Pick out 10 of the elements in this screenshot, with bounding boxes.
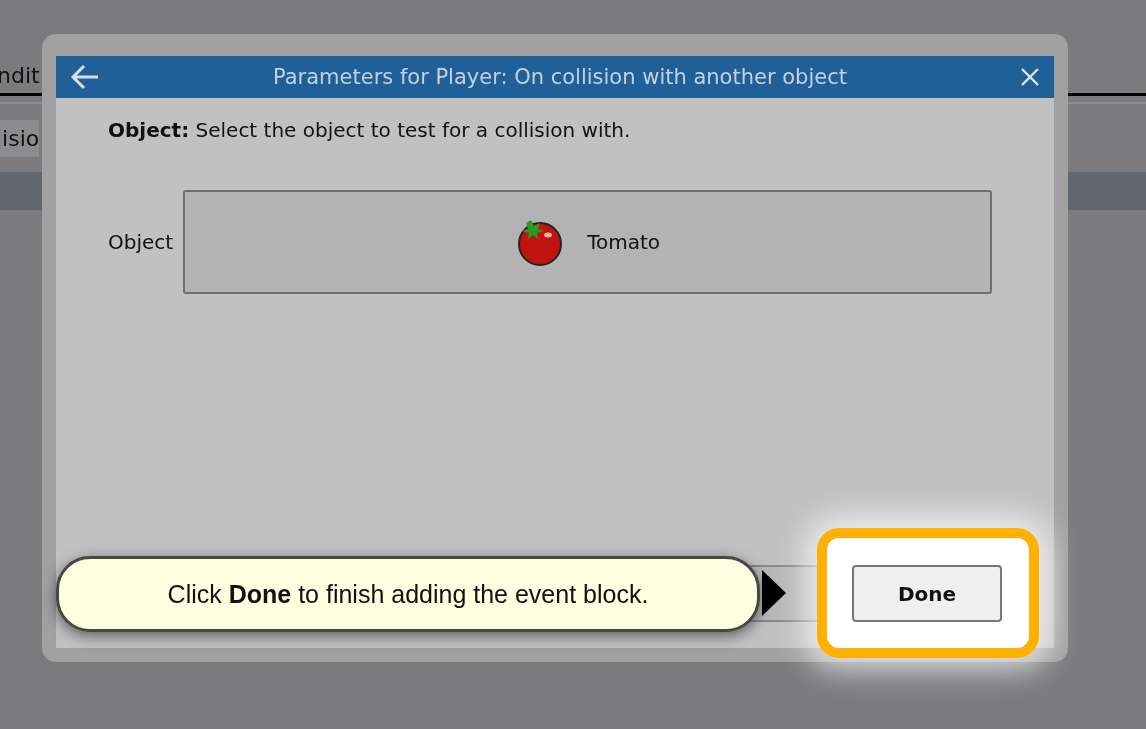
close-icon[interactable]: [1020, 67, 1040, 87]
callout-text: Click Done to finish adding the event block.: [167, 579, 649, 609]
object-picker[interactable]: Tomato: [183, 190, 993, 294]
description-text: Object: Select the object to test for a collision with.: [108, 118, 632, 142]
back-arrow-icon[interactable]: [70, 64, 100, 90]
field-label: Object: [108, 230, 174, 254]
dialog-title: Parameters for Player: On collision with another object: [272, 65, 848, 89]
done-button[interactable]: Done: [852, 565, 1002, 622]
pointer-icon: [762, 570, 786, 616]
list-item[interactable]: lisio: [0, 119, 40, 157]
